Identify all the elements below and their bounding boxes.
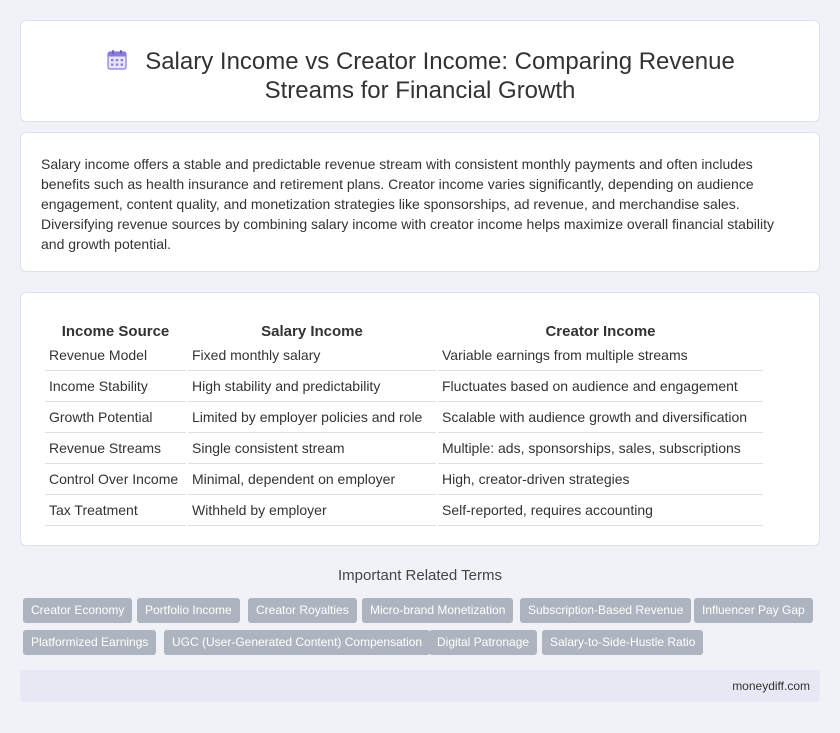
- table-cell: Control Over Income: [45, 464, 186, 495]
- table-row: Tax Treatment Withheld by employer Self-…: [45, 495, 763, 526]
- table-cell: Multiple: ads, sponsorships, sales, subs…: [438, 433, 763, 464]
- tag-influencer-pay-gap[interactable]: Influencer Pay Gap: [694, 598, 813, 623]
- comparison-table-card: Income Source Salary Income Creator Inco…: [20, 292, 820, 546]
- related-terms-heading: Important Related Terms: [338, 567, 502, 584]
- footer: moneydiff.com: [20, 670, 820, 702]
- table-row: Revenue Model Fixed monthly salary Varia…: [45, 340, 763, 371]
- table-cell: Revenue Streams: [45, 433, 186, 464]
- tag-salary-side-hustle[interactable]: Salary-to-Side-Hustle Ratio: [542, 630, 704, 655]
- table-cell: Fluctuates based on audience and engagem…: [438, 371, 763, 402]
- tag-micro-brand[interactable]: Micro-brand Monetization: [362, 598, 514, 623]
- table-cell: Single consistent stream: [188, 433, 436, 464]
- table-cell: Revenue Model: [45, 340, 186, 371]
- tag-ugc-compensation[interactable]: UGC (User-Generated Content) Compensatio…: [164, 630, 431, 655]
- table-cell: High stability and predictability: [188, 371, 436, 402]
- column-header: Income Source: [61, 323, 170, 340]
- tag-creator-economy[interactable]: Creator Economy: [23, 598, 133, 623]
- tag-portfolio-income[interactable]: Portfolio Income: [137, 598, 240, 623]
- table-cell: Growth Potential: [45, 402, 186, 433]
- comparison-table: Income Source Salary Income Creator Inco…: [43, 313, 765, 526]
- table-cell: Tax Treatment: [45, 495, 186, 526]
- tag-creator-royalties[interactable]: Creator Royalties: [248, 598, 357, 623]
- tag-subscription-revenue[interactable]: Subscription-Based Revenue: [520, 598, 692, 623]
- column-header: Salary Income: [261, 323, 363, 340]
- table-header-row: Income Source Salary Income Creator Inco…: [45, 313, 763, 340]
- table-row: Revenue Streams Single consistent stream…: [45, 433, 763, 464]
- footer-site-link[interactable]: moneydiff.com: [732, 679, 810, 693]
- summary-card: Salary income offers a stable and predic…: [20, 132, 820, 272]
- table-cell: Self-reported, requires accounting: [438, 495, 763, 526]
- summary-text: Salary income offers a stable and predic…: [41, 156, 774, 252]
- tag-digital-patronage[interactable]: Digital Patronage: [429, 630, 538, 655]
- table-cell: Minimal, dependent on employer: [188, 464, 436, 495]
- table-row: Income Stability High stability and pred…: [45, 371, 763, 402]
- table-cell: Withheld by employer: [188, 495, 436, 526]
- calendar-icon: [105, 48, 129, 72]
- table-cell: Scalable with audience growth and divers…: [438, 402, 763, 433]
- table-row: Control Over Income Minimal, dependent o…: [45, 464, 763, 495]
- table-row: Growth Potential Limited by employer pol…: [45, 402, 763, 433]
- table-cell: Limited by employer policies and role: [188, 402, 436, 433]
- title-card: Salary Income vs Creator Income: Compari…: [20, 20, 820, 122]
- table-cell: Variable earnings from multiple streams: [438, 340, 763, 371]
- page-title-wrap: Salary Income vs Creator Income: Compari…: [21, 47, 819, 105]
- table-cell: Income Stability: [45, 371, 186, 402]
- column-header: Creator Income: [545, 323, 656, 340]
- table-cell: High, creator-driven strategies: [438, 464, 763, 495]
- table-cell: Fixed monthly salary: [188, 340, 436, 371]
- tag-platformized-earnings[interactable]: Platformized Earnings: [23, 630, 157, 655]
- page-title: Salary Income vs Creator Income: Compari…: [145, 48, 735, 104]
